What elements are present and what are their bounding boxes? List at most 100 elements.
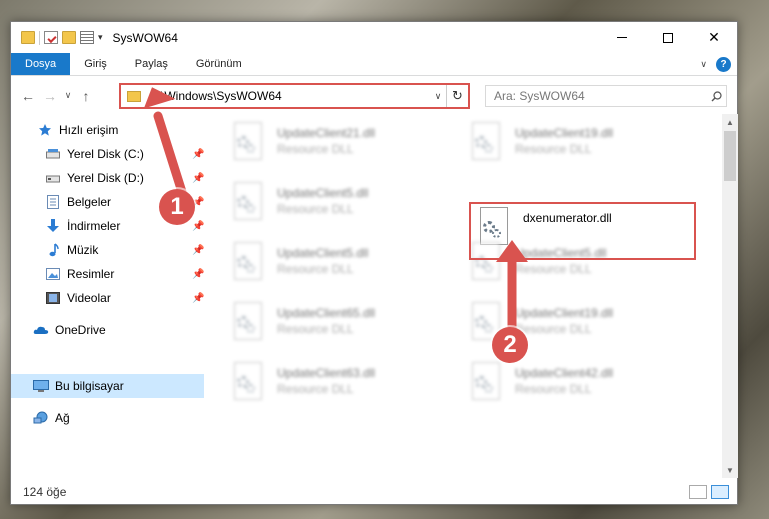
dll-file-icon [231, 242, 263, 282]
dll-file-icon [231, 302, 263, 342]
close-button[interactable]: ✕ [691, 22, 737, 53]
refresh-icon: ↻ [452, 88, 463, 103]
large-icons-view-icon[interactable] [711, 485, 729, 499]
highlight-box [469, 202, 696, 260]
file-description: Resource DLL [515, 142, 592, 156]
help-icon[interactable]: ? [716, 57, 731, 72]
status-bar: 124 öğe [11, 479, 737, 505]
search-icon [706, 90, 726, 102]
recent-locations-button[interactable]: ∨ [61, 85, 75, 107]
sidebar-item-videos[interactable]: Videolar 📌 [11, 286, 204, 310]
file-description: Resource DLL [277, 322, 354, 336]
file-item[interactable]: UpdateClient19.dll Resource DLL [469, 122, 697, 170]
tab-share[interactable]: Paylaş [121, 53, 182, 75]
sidebar-item-label: Hızlı erişim [59, 123, 119, 137]
close-icon: ✕ [708, 29, 720, 45]
tab-home[interactable]: Giriş [70, 53, 121, 75]
customize-toolbar-chevron-icon[interactable]: ▾ [98, 32, 103, 43]
file-name: UpdateClient5.dll [277, 246, 369, 260]
file-description: Resource DLL [515, 382, 592, 396]
toolbar-divider [39, 30, 40, 45]
back-button[interactable]: ← [17, 85, 39, 107]
pin-icon[interactable]: 📌 [192, 293, 204, 304]
file-item[interactable]: UpdateClient5.dll Resource DLL [231, 182, 459, 230]
sidebar-item-label: Yerel Disk (D:) [67, 171, 144, 185]
file-item[interactable]: UpdateClient63.dll Resource DLL [231, 362, 459, 410]
new-folder-icon[interactable] [62, 31, 76, 44]
file-explorer-window: ▾ SysWOW64 ✕ Dosya Giriş Paylaş Görünüm … [10, 21, 738, 505]
sidebar-item-music[interactable]: Müzik 📌 [11, 238, 204, 262]
sidebar-item-pictures[interactable]: Resimler 📌 [11, 262, 204, 286]
window-title: SysWOW64 [112, 30, 178, 45]
navigation-bar: ← → ∨ ↑ C:\Windows\SysWOW64 ∨ ↻ Ara: Sys… [11, 77, 737, 114]
tab-view[interactable]: Görünüm [182, 53, 256, 75]
drive-icon [45, 147, 61, 161]
back-arrow-icon: ← [21, 87, 35, 104]
file-description: Resource DLL [277, 142, 354, 156]
tab-file[interactable]: Dosya [11, 53, 71, 75]
view-options-icon[interactable] [80, 31, 94, 44]
file-item[interactable]: UpdateClient5.dll Resource DLL [231, 242, 459, 290]
pin-icon[interactable]: 📌 [192, 149, 204, 160]
scroll-down-icon[interactable]: ▼ [722, 462, 738, 478]
sidebar-item-quick-access[interactable]: Hızlı erişim [11, 118, 204, 142]
file-description: Resource DLL [277, 202, 354, 216]
dll-file-icon [231, 122, 263, 162]
dll-file-icon [469, 362, 501, 402]
file-item[interactable]: UpdateClient42.dll Resource DLL [469, 362, 697, 410]
sidebar-item-network[interactable]: Ağ [11, 406, 204, 430]
minimize-button[interactable] [599, 22, 645, 53]
view-switcher [689, 485, 729, 499]
address-history-chevron-icon[interactable]: ∨ [430, 91, 446, 102]
file-description: Resource DLL [277, 262, 354, 276]
file-item[interactable]: UpdateClient65.dll Resource DLL [231, 302, 459, 350]
quick-access-toolbar: ▾ [21, 30, 103, 45]
sidebar-item-this-pc[interactable]: Bu bilgisayar [11, 374, 204, 398]
pin-icon[interactable]: 📌 [192, 245, 204, 256]
navigation-pane: Hızlı erişim Yerel Disk (C:) 📌 Yerel Dis… [11, 114, 204, 479]
properties-icon[interactable] [44, 31, 58, 44]
downloads-icon [45, 219, 61, 233]
file-item[interactable]: UpdateClient21.dll Resource DLL [231, 122, 459, 170]
sidebar-item-label: Yerel Disk (C:) [67, 147, 144, 161]
scroll-thumb[interactable] [724, 131, 736, 181]
file-name: UpdateClient21.dll [277, 126, 376, 140]
expand-ribbon-chevron-icon[interactable]: ∨ [700, 59, 707, 70]
window-controls: ✕ [599, 22, 737, 53]
music-icon [45, 243, 61, 257]
up-arrow-icon: ↑ [82, 87, 90, 104]
minimize-icon [617, 37, 627, 38]
file-name: UpdateClient19.dll [515, 306, 614, 320]
up-button[interactable]: ↑ [75, 85, 97, 107]
drive-icon [45, 171, 61, 185]
refresh-button[interactable]: ↻ [446, 85, 468, 107]
sidebar-item-local-disk-c[interactable]: Yerel Disk (C:) 📌 [11, 142, 204, 166]
file-description: Resource DLL [277, 382, 354, 396]
sidebar-item-label: Resimler [67, 267, 115, 281]
maximize-button[interactable] [645, 22, 691, 53]
search-input[interactable]: Ara: SysWOW64 [494, 89, 706, 103]
pin-icon[interactable]: 📌 [192, 173, 204, 184]
file-name: UpdateClient42.dll [515, 366, 614, 380]
sidebar-item-local-disk-d[interactable]: Yerel Disk (D:) 📌 [11, 166, 204, 190]
file-description: Resource DLL [515, 322, 592, 336]
address-path[interactable]: C:\Windows\SysWOW64 [149, 89, 430, 103]
title-bar: ▾ SysWOW64 ✕ [11, 22, 737, 53]
pin-icon[interactable]: 📌 [192, 269, 204, 280]
vertical-scrollbar[interactable]: ▲ ▼ [722, 114, 738, 478]
file-name: UpdateClient63.dll [277, 366, 376, 380]
search-box[interactable]: Ara: SysWOW64 [485, 85, 727, 107]
item-count: 124 öğe [23, 485, 67, 499]
network-icon [33, 411, 49, 425]
sidebar-item-onedrive[interactable]: OneDrive [11, 318, 204, 342]
details-view-icon[interactable] [689, 485, 707, 499]
file-list: UpdateClient21.dll Resource DLL UpdateCli… [211, 114, 721, 479]
dll-file-icon [231, 182, 263, 222]
sidebar-item-label: İndirmeler [67, 219, 121, 233]
pin-icon[interactable]: 📌 [192, 221, 204, 232]
maximize-icon [663, 32, 673, 43]
address-bar[interactable]: C:\Windows\SysWOW64 ∨ ↻ [119, 83, 470, 109]
scroll-up-icon[interactable]: ▲ [722, 114, 738, 130]
forward-button[interactable]: → [39, 85, 61, 107]
file-description: Resource DLL [515, 262, 592, 276]
